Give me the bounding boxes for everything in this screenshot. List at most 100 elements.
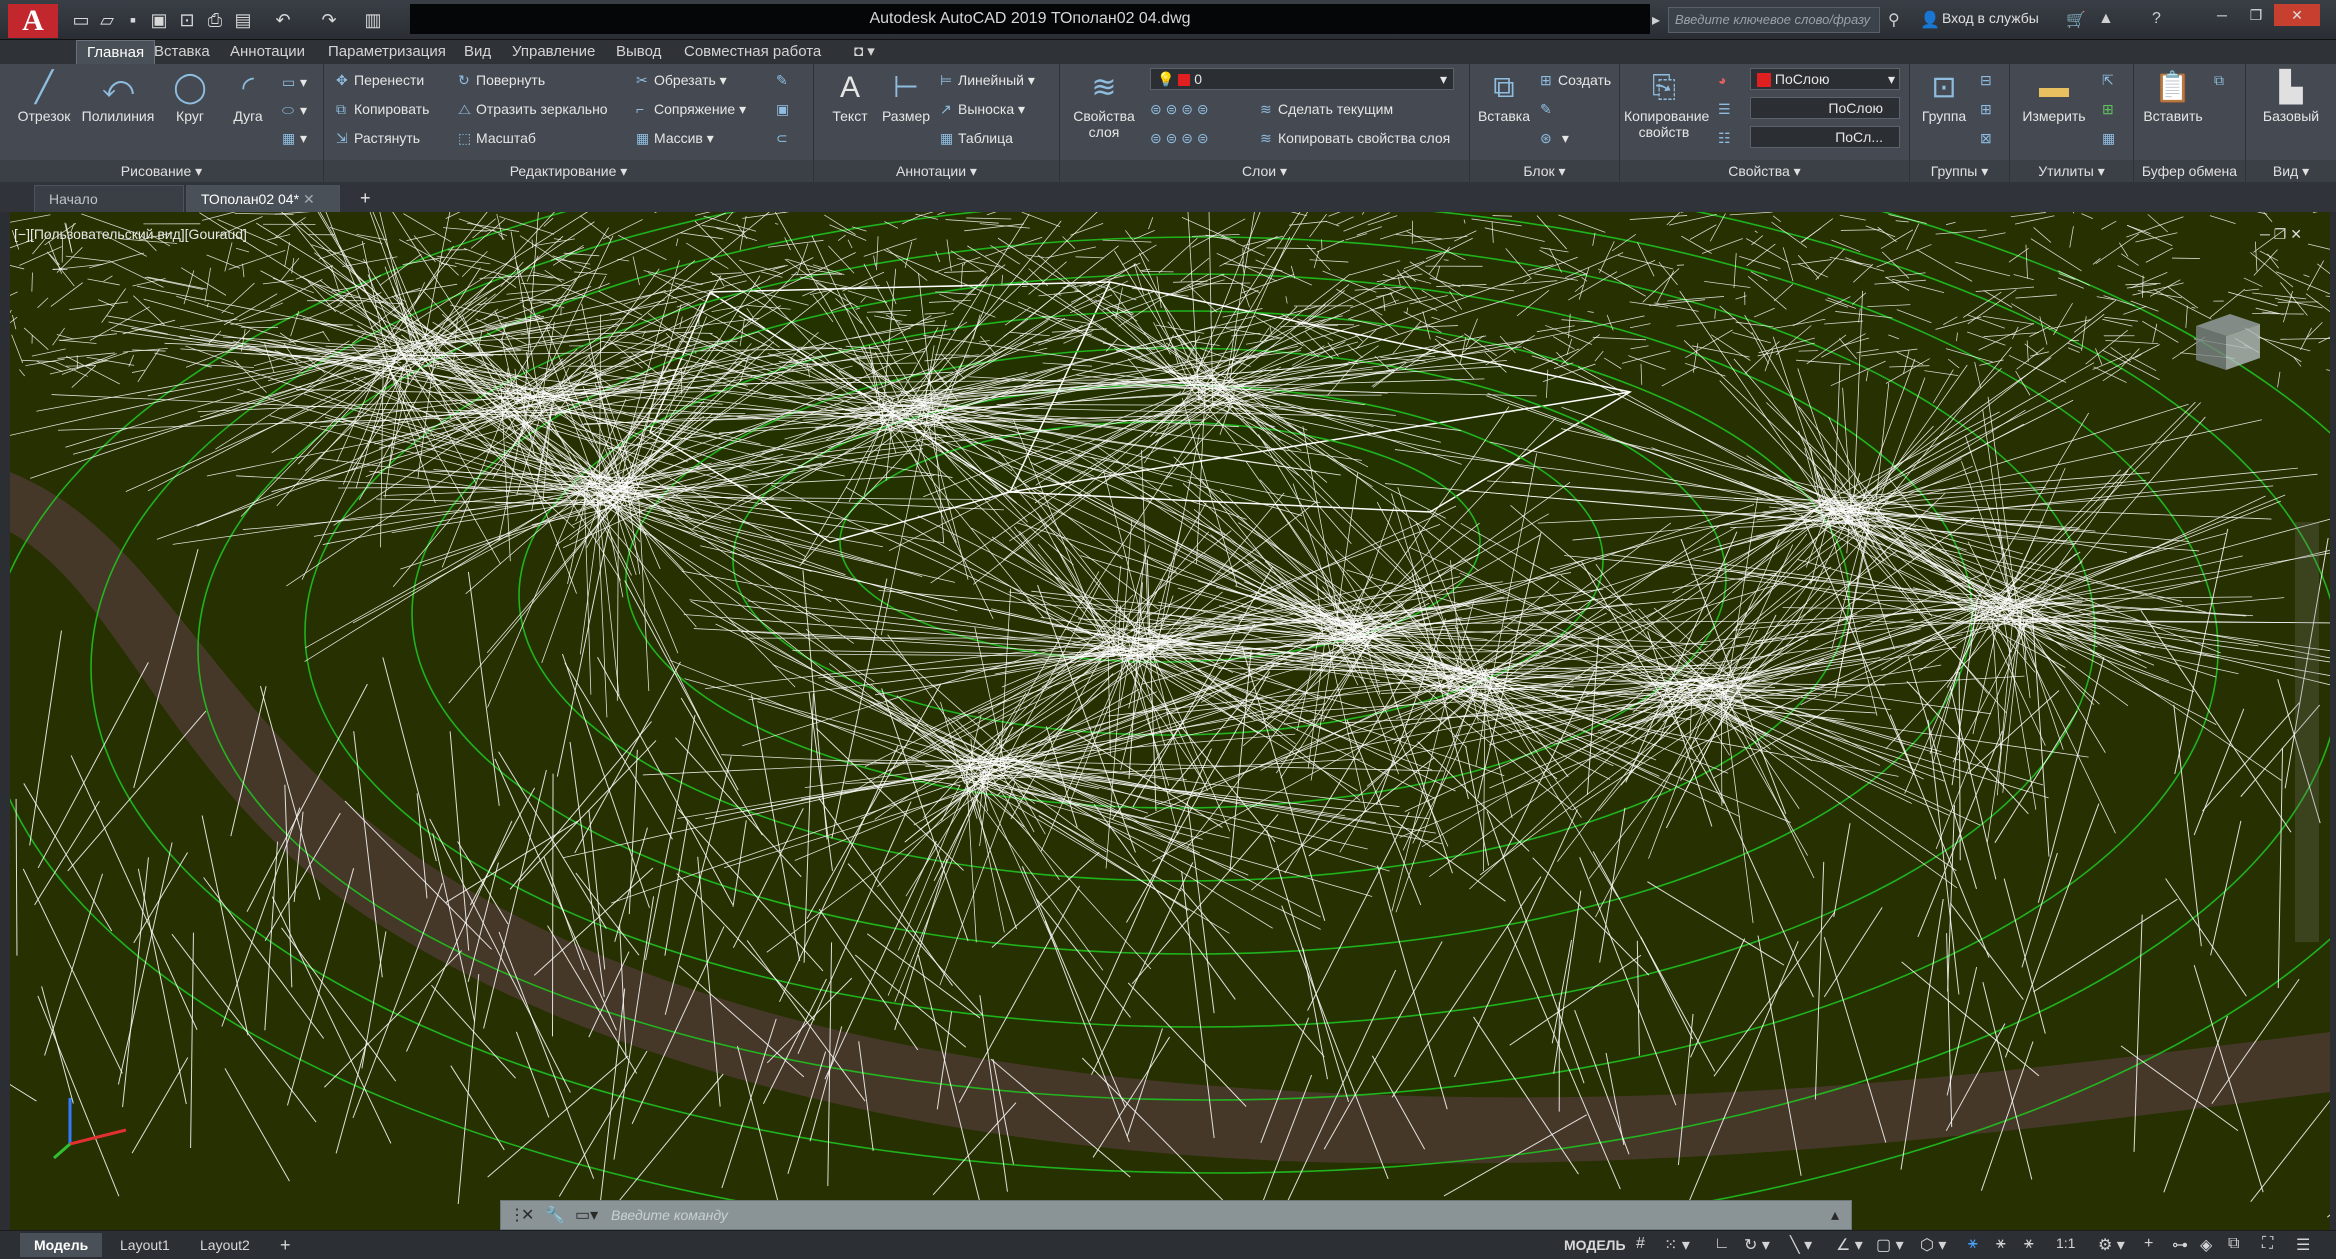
sign-in-button[interactable]: Вход в службы [1942,10,2039,26]
trim-tool[interactable]: ✂ Обрезать ▾ [636,68,727,92]
polar-icon[interactable]: ↻ ▾ [1744,1235,1770,1255]
tab-manage[interactable]: Управление [502,40,605,64]
utilities-panel-title[interactable]: Утилиты ▾ [2010,160,2133,182]
dimension-tool[interactable]: ⊢ Размер [876,68,936,124]
tab-layout2[interactable]: Layout2 [186,1233,264,1257]
annotation-panel-title[interactable]: Аннотации ▾ [814,160,1059,182]
application-menu-button[interactable]: A [8,4,58,38]
add-layout-icon[interactable]: + [266,1233,305,1257]
viewcube-icon[interactable] [2190,308,2264,378]
navigation-bar[interactable] [2295,522,2319,942]
line-tool[interactable]: ╱ Отрезок [14,68,74,124]
tab-output[interactable]: Вывод [606,40,671,64]
restore-button[interactable]: ❐ [2240,4,2272,26]
clipboard-panel-title[interactable]: Буфер обмена [2134,160,2245,182]
hardware-acceleration-icon[interactable]: ⧉ [2228,1235,2239,1253]
table-tool[interactable]: ▦ Таблица [940,126,1013,150]
match-layer-tool[interactable]: ≋ Копировать свойства слоя [1260,126,1450,150]
print-icon[interactable]: ▤ [232,9,254,31]
units-icon[interactable]: ⊶ [2172,1235,2188,1255]
base-view-tool[interactable]: ▙ Базовый [2254,68,2328,124]
annotation-scale-icon[interactable]: ⚹ [2024,1235,2034,1253]
isodraft-icon[interactable]: ╲ ▾ [1790,1235,1812,1255]
mirror-tool[interactable]: ⧍ Отразить зеркально [458,97,608,121]
insert-tool[interactable]: ⧉ Вставка [1474,68,1534,124]
workspace-icon[interactable]: ▥ [362,9,384,31]
arc-tool[interactable]: ◜ Дуга [218,68,278,124]
draw-panel-title[interactable]: Рисование ▾ [0,160,323,182]
tab-collaborate[interactable]: Совместная работа [674,40,831,64]
quick-select-icon[interactable]: ⇱ [2102,68,2120,92]
make-current-tool[interactable]: ≋ Сделать текущим [1260,97,1393,121]
cart-icon[interactable]: 🛒 [2066,10,2086,30]
copy-clip-icon[interactable]: ⧉ [2214,68,2232,92]
tab-insert[interactable]: Вставка [144,40,220,64]
autodesk-a360-icon[interactable]: ▲ [2098,10,2114,28]
attribute-icon[interactable]: ⊛ ▾ [1540,126,1569,150]
ribbon-options-icon[interactable]: ◘ ▾ [844,40,885,64]
web-mobile-icon[interactable]: ⊡ [176,9,198,31]
layer-tools-row2[interactable]: ⊜ ⊜ ⊜ ⊜ [1150,126,1209,150]
tab-parametric[interactable]: Параметризация [318,40,456,64]
model-space-button[interactable]: МОДЕЛЬ [1550,1233,1640,1257]
tab-model[interactable]: Модель [20,1233,103,1257]
viewport-controls-label[interactable]: [−][Пользовательский вид][Gouraud] [14,226,247,242]
view-panel-title[interactable]: Вид ▾ [2246,160,2336,182]
edit-block-icon[interactable]: ✎ [1540,97,1558,121]
close-command-icon[interactable]: ✕ [521,1205,534,1225]
select-all-icon[interactable]: ⊞ [2102,97,2120,121]
scale-tool[interactable]: ⬚ Масштаб [458,126,536,150]
offset-icon[interactable]: ⊂ [776,126,794,150]
leader-tool[interactable]: ↗ Выноска ▾ [940,97,1025,121]
redo-icon[interactable]: ↷ [318,9,340,31]
isolate-objects-icon[interactable]: ◈ [2200,1235,2212,1255]
plot-icon[interactable]: ⎙ [204,9,226,31]
stretch-tool[interactable]: ⇲ Растянуть [336,126,420,150]
polyline-tool[interactable]: ⤺ Полилиния [78,68,158,124]
move-tool[interactable]: ✥ Перенести [336,68,424,92]
close-button[interactable]: ✕ [2274,4,2320,26]
snap-icon[interactable]: ⁙ ▾ [1664,1235,1690,1255]
lineweight-dropdown[interactable]: ПоСл... [1750,126,1900,148]
command-input[interactable]: Введите команду [611,1201,728,1229]
grid-icon[interactable]: # [1636,1235,1645,1253]
layer-dropdown[interactable]: 💡 0 ▾ [1150,68,1454,90]
region-icon[interactable]: ▦ ▾ [282,126,307,150]
explode-icon[interactable]: ▣ [776,97,794,121]
group-edit-icon[interactable]: ⊞ [1980,97,1998,121]
customize-command-icon[interactable]: 🔧 [545,1205,565,1225]
group-select-icon[interactable]: ⊠ [1980,126,1998,150]
tab-layout1[interactable]: Layout1 [106,1233,184,1257]
drawing-tab[interactable]: ТОполан02 04* ✕ [186,185,340,212]
workspace-gear-icon[interactable]: ⚙ ▾ [2098,1235,2125,1255]
properties-panel-title[interactable]: Свойства ▾ [1620,160,1909,182]
groups-panel-title[interactable]: Группы ▾ [1910,160,2009,182]
minimize-button[interactable]: ─ [2206,4,2238,26]
ungroup-icon[interactable]: ⊟ [1980,68,1998,92]
expand-arrow-icon[interactable]: ▸ [1652,10,1660,30]
customization-menu-icon[interactable]: ☰ [2296,1235,2310,1255]
open-icon[interactable]: ▱ [96,9,118,31]
modify-panel-title[interactable]: Редактирование ▾ [324,160,813,182]
new-tab-icon[interactable]: + [346,185,385,212]
tab-view[interactable]: Вид [454,40,501,64]
clean-screen-icon[interactable]: ⛶ [2262,1235,2273,1253]
model-viewport[interactable]: [−][Пользовательский вид][Gouraud] ─ ❐ ✕ [10,212,2330,1230]
annotation-monitor-icon[interactable]: + [2144,1235,2153,1253]
create-block-tool[interactable]: ⊞ Создать [1540,68,1611,92]
rotate-tool[interactable]: ↻ Повернуть [458,68,545,92]
binoculars-icon[interactable]: ⚲ [1888,10,1900,30]
paste-tool[interactable]: 📋 Вставить [2138,68,2208,124]
linear-tool[interactable]: ⊨ Линейный ▾ [940,68,1035,92]
measure-tool[interactable]: ▬ Измерить [2014,68,2094,124]
color-wheel-icon[interactable]: ◕ [1718,68,1736,92]
match-properties-tool[interactable]: ⎘ Копирование свойств [1624,68,1709,140]
new-icon[interactable]: ▭ [70,9,92,31]
3d-osnap-icon[interactable]: ⬡ ▾ [1920,1235,1946,1255]
block-panel-title[interactable]: Блок ▾ [1470,160,1619,182]
calculator-icon[interactable]: ▦ [2102,126,2120,150]
object-snap-tracking-icon[interactable]: ∠ ▾ [1836,1235,1863,1255]
annotation-autoscale-icon[interactable]: ⚹ [1996,1235,2006,1253]
command-prompt-icon[interactable]: ▭▾ [575,1205,598,1225]
ortho-icon[interactable]: ∟ [1714,1235,1730,1253]
